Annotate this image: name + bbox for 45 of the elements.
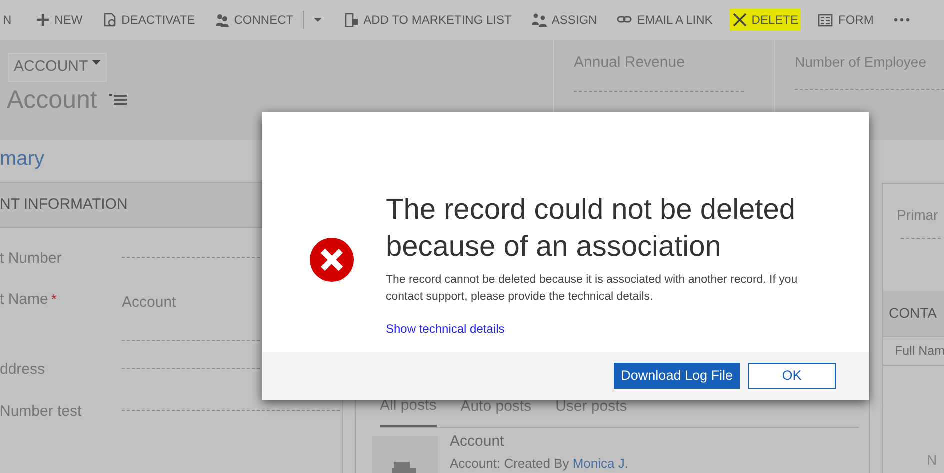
field-label: Annual Revenue — [574, 53, 686, 73]
field-label: ddress — [0, 360, 46, 378]
caret-icon — [92, 60, 102, 66]
ok-button[interactable]: OK — [748, 363, 836, 389]
toolbar-button[interactable]: DELETE — [730, 9, 802, 31]
toolbar-button[interactable]: EMAIL A LINK — [614, 9, 716, 31]
post-title: Account — [450, 434, 506, 449]
toolbar-button[interactable]: FORM — [815, 9, 877, 31]
toolbar-button[interactable]: ADD TO MARKETING LIST — [340, 9, 515, 31]
posts-tab[interactable]: User posts — [556, 394, 628, 427]
error-icon — [310, 238, 354, 282]
list-menu-icon[interactable] — [109, 94, 128, 106]
empty-text: N — [927, 452, 938, 468]
field-label: Number test — [0, 403, 82, 420]
posts-tab[interactable]: Auto posts — [460, 394, 532, 427]
section-title: NT INFORMATION — [0, 194, 128, 215]
section-title: CONTA — [889, 304, 937, 323]
toolbar-button[interactable]: CONNECT — [212, 9, 297, 31]
plus-icon — [36, 13, 50, 27]
field-label: Number of Employee — [795, 53, 928, 72]
people-icon — [215, 13, 230, 27]
people-icon — [532, 13, 547, 27]
field-label: t Name — [0, 290, 48, 308]
column-header[interactable]: Full Nam — [895, 342, 944, 360]
form-icon — [818, 13, 834, 27]
dialog-title: The record could not be deleted because of an association — [386, 193, 796, 266]
entity-menu[interactable]: ACCOUNT — [8, 53, 108, 82]
download-button[interactable]: Download Log File — [614, 363, 740, 389]
field-label: Primar — [897, 206, 938, 225]
document-flag-icon — [344, 13, 359, 27]
toolbar-button[interactable]: NEW — [32, 9, 86, 31]
required-mark: * — [51, 290, 57, 306]
form-tab[interactable]: mary — [0, 148, 44, 170]
post-text: Account: Created By Monica J. — [450, 455, 628, 473]
post-avatar — [372, 436, 438, 473]
toolbar-button[interactable]: DEACTIVATE — [100, 9, 198, 31]
toolbar-button[interactable]: N — [0, 9, 15, 31]
document-icon — [102, 13, 117, 27]
toolbar-button[interactable]: ASSIGN — [528, 9, 600, 31]
record-name: Account — [7, 84, 98, 116]
author-link[interactable]: Monica J. — [572, 456, 628, 471]
field-label: t Number — [0, 250, 62, 267]
technical-details-link[interactable]: Show technical details — [386, 320, 505, 338]
close-icon — [732, 13, 747, 27]
dialog-message: The record cannot be deleted because it is associated with another record. If you contact support, please provide the technical details. — [386, 273, 799, 305]
